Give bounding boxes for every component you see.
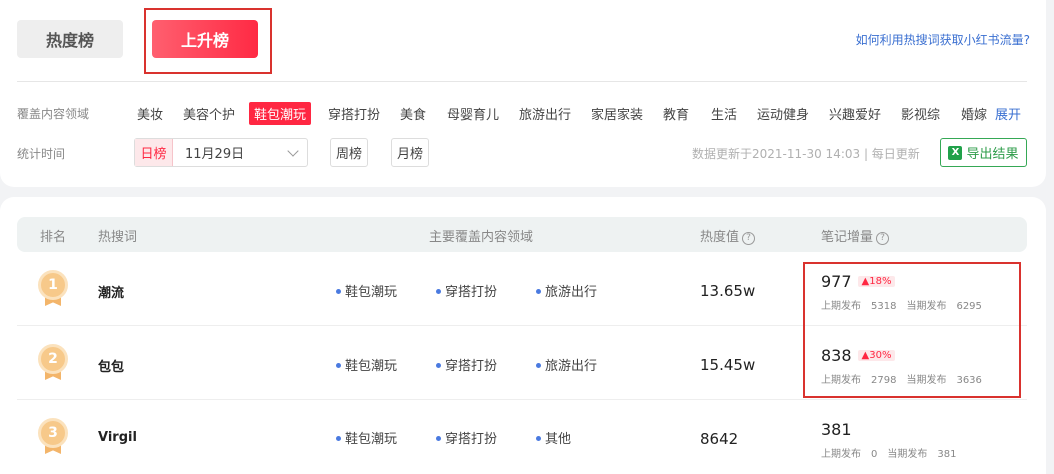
category-item[interactable]: 穿搭打扮 xyxy=(328,104,380,123)
date-value: 11月29日 xyxy=(185,147,245,162)
header-rank: 排名 xyxy=(40,230,67,245)
domain-tag: 其他 xyxy=(536,428,571,447)
category-item[interactable]: 美妆 xyxy=(137,104,163,123)
keyword[interactable]: Virgil xyxy=(98,430,137,445)
header-heat: 热度值? xyxy=(700,226,756,245)
category-item[interactable]: 教育 xyxy=(663,104,689,123)
date-picker[interactable]: 日榜 11月29日 xyxy=(134,138,308,167)
rank-medal-icon: 1 xyxy=(38,270,68,308)
category-item[interactable]: 运动健身 xyxy=(757,104,809,123)
category-item-active[interactable]: 鞋包潮玩 xyxy=(249,102,312,125)
help-icon[interactable]: ? xyxy=(742,231,756,245)
category-item[interactable]: 家居家装 xyxy=(591,104,643,123)
tab-rising-list[interactable]: 上升榜 xyxy=(152,20,258,58)
week-list-button[interactable]: 周榜 xyxy=(330,138,368,167)
help-link[interactable]: 如何利用热搜词获取小红书流量? xyxy=(856,31,1030,48)
highlight-box-notes xyxy=(803,262,1021,398)
category-item[interactable]: 母婴育儿 xyxy=(447,104,499,123)
keyword[interactable]: 包包 xyxy=(98,356,124,375)
category-item[interactable]: 旅游出行 xyxy=(519,104,571,123)
category-label: 覆盖内容领域 xyxy=(17,107,90,121)
category-item[interactable]: 生活 xyxy=(711,104,737,123)
heat-value: 8642 xyxy=(700,430,739,448)
notes-detail: 上期发布 0 当期发布 381 xyxy=(821,449,957,460)
day-list-tag[interactable]: 日榜 xyxy=(135,139,173,166)
excel-icon: X xyxy=(948,145,963,160)
domain-tag: 穿搭打扮 xyxy=(436,281,497,300)
row-divider xyxy=(17,399,1027,400)
header-domain: 主要覆盖内容领域 xyxy=(429,230,534,245)
notes-increment: 381 xyxy=(821,420,852,439)
keyword[interactable]: 潮流 xyxy=(98,282,124,301)
time-label: 统计时间 xyxy=(17,147,66,161)
chevron-down-icon xyxy=(287,145,299,157)
domain-tag: 鞋包潮玩 xyxy=(336,428,397,447)
tab-hot-list[interactable]: 热度榜 xyxy=(17,20,123,58)
month-list-button[interactable]: 月榜 xyxy=(391,138,429,167)
header-keyword: 热搜词 xyxy=(98,230,138,245)
domain-tag: 穿搭打扮 xyxy=(436,428,497,447)
rank-medal-icon: 2 xyxy=(38,344,68,382)
rank-medal-icon: 3 xyxy=(38,418,68,456)
heat-value: 15.45w xyxy=(700,356,756,374)
update-time: 数据更新于2021-11-30 14:03 | 每日更新 xyxy=(692,147,920,161)
category-item[interactable]: 兴趣爱好 xyxy=(829,104,881,123)
category-item[interactable]: 影视综 xyxy=(901,104,940,123)
domain-tag: 鞋包潮玩 xyxy=(336,281,397,300)
domain-tag: 鞋包潮玩 xyxy=(336,355,397,374)
category-item[interactable]: 美容个护 xyxy=(183,104,235,123)
help-icon[interactable]: ? xyxy=(876,231,890,245)
heat-value: 13.65w xyxy=(700,282,756,300)
domain-tag: 穿搭打扮 xyxy=(436,355,497,374)
category-item[interactable]: 美食 xyxy=(400,104,426,123)
category-item[interactable]: 婚嫁 xyxy=(961,104,987,123)
domain-tag: 旅游出行 xyxy=(536,355,597,374)
export-button[interactable]: X 导出结果 xyxy=(940,138,1027,167)
divider xyxy=(17,81,1027,82)
domain-tag: 旅游出行 xyxy=(536,281,597,300)
expand-link[interactable]: 展开 xyxy=(995,104,1021,123)
export-label: 导出结果 xyxy=(966,147,1019,162)
header-notes: 笔记增量? xyxy=(821,226,890,245)
